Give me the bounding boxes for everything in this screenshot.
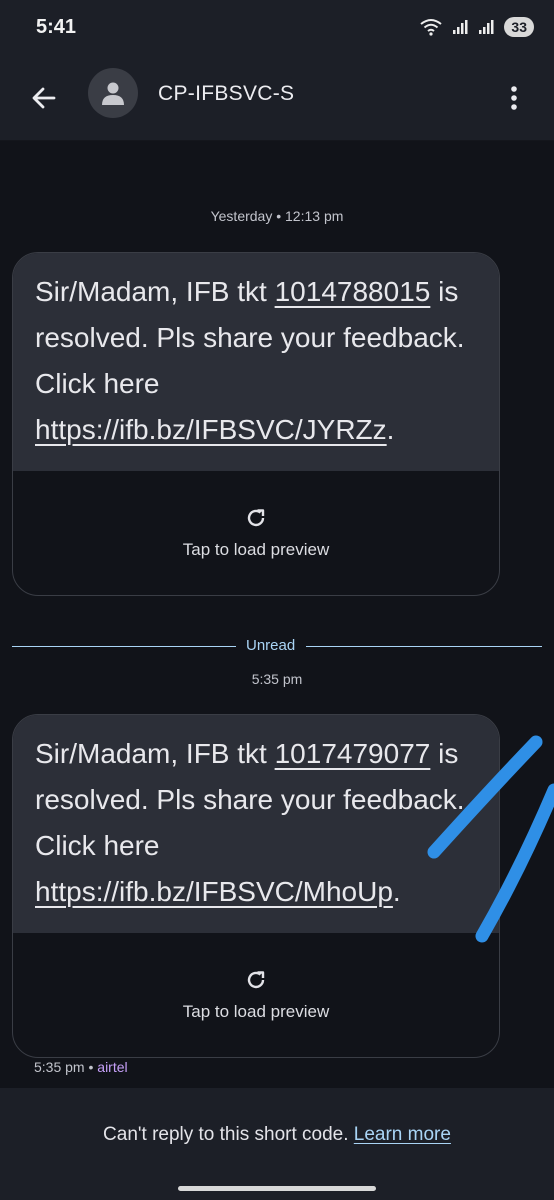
status-bar: 5:41 33	[0, 0, 554, 56]
message-text-part: .	[392, 876, 401, 907]
app-bar: CP-IFBSVC-S	[0, 56, 554, 141]
message-text-part: .	[386, 414, 395, 445]
status-icons: 33	[420, 17, 534, 37]
message-text-part: Sir/Madam, IFB tkt	[35, 738, 275, 769]
divider-line	[306, 646, 542, 647]
marker-scribble	[427, 735, 554, 943]
avatar[interactable]	[88, 68, 138, 118]
signal-icon-2	[479, 20, 494, 34]
preview-label: Tap to load preview	[182, 540, 330, 559]
message-text: Sir/Madam, IFB tkt 1014788015 is resolve…	[13, 253, 499, 471]
battery-badge: 33	[504, 17, 534, 37]
meta-separator: •	[84, 1059, 98, 1075]
refresh-icon	[247, 509, 265, 527]
message-bubble[interactable]: Sir/Madam, IFB tkt 1014788015 is resolve…	[12, 252, 500, 596]
contact-name[interactable]: CP-IFBSVC-S	[158, 82, 294, 106]
person-icon	[102, 82, 124, 105]
divider-line	[12, 646, 236, 647]
message-timestamp: 5:35 pm	[251, 671, 303, 687]
arrow-back-icon	[32, 87, 56, 109]
delivery-meta: 5:35 pm • airtel	[34, 1059, 128, 1075]
status-time: 5:41	[36, 16, 77, 38]
carrier-label: airtel	[97, 1059, 128, 1075]
learn-more-link[interactable]: Learn more	[354, 1124, 451, 1145]
more-options-button[interactable]	[494, 78, 534, 118]
preview-label: Tap to load preview	[182, 1002, 330, 1021]
message-timestamp: Yesterday • 12:13 pm	[210, 208, 344, 224]
footer-notice: Can't reply to this short code. Learn mo…	[0, 1124, 554, 1146]
ticket-number[interactable]: 1014788015	[275, 276, 431, 307]
message-link[interactable]: https://ifb.bz/IFBSVC/MhoUp	[35, 876, 393, 907]
gesture-nav-bar[interactable]	[178, 1186, 376, 1191]
ticket-number[interactable]: 1017479077	[275, 738, 431, 769]
reply-footer: Can't reply to this short code. Learn mo…	[0, 1088, 554, 1200]
refresh-icon	[247, 971, 265, 989]
load-preview-button[interactable]: Tap to load preview	[13, 471, 499, 595]
message-link[interactable]: https://ifb.bz/IFBSVC/JYRZz	[35, 414, 387, 445]
message-text-part: Sir/Madam, IFB tkt	[35, 276, 275, 307]
more-vert-icon	[511, 86, 517, 110]
meta-time: 5:35 pm	[34, 1059, 85, 1075]
wifi-icon	[420, 19, 443, 36]
back-button[interactable]	[24, 78, 64, 118]
load-preview-button[interactable]: Tap to load preview	[13, 933, 499, 1057]
signal-icon	[453, 20, 468, 34]
unread-divider: Unread	[12, 636, 542, 656]
unread-label: Unread	[246, 637, 296, 654]
footer-text: Can't reply to this short code.	[103, 1124, 354, 1145]
